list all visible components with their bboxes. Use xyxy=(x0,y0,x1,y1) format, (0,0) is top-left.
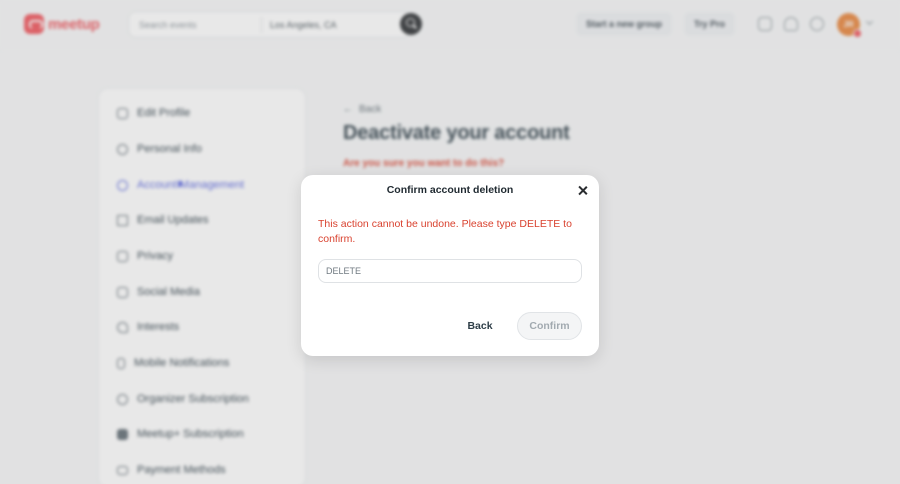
delete-confirmation-input[interactable] xyxy=(318,259,582,283)
dialog-title: Confirm account deletion xyxy=(386,184,514,196)
confirm-button[interactable]: Confirm xyxy=(517,312,582,340)
close-icon[interactable] xyxy=(577,185,589,197)
dialog-message: This action cannot be undone. Please typ… xyxy=(318,218,572,245)
back-button[interactable]: Back xyxy=(458,313,502,339)
confirm-deletion-dialog: Confirm account deletion This action can… xyxy=(301,175,599,356)
